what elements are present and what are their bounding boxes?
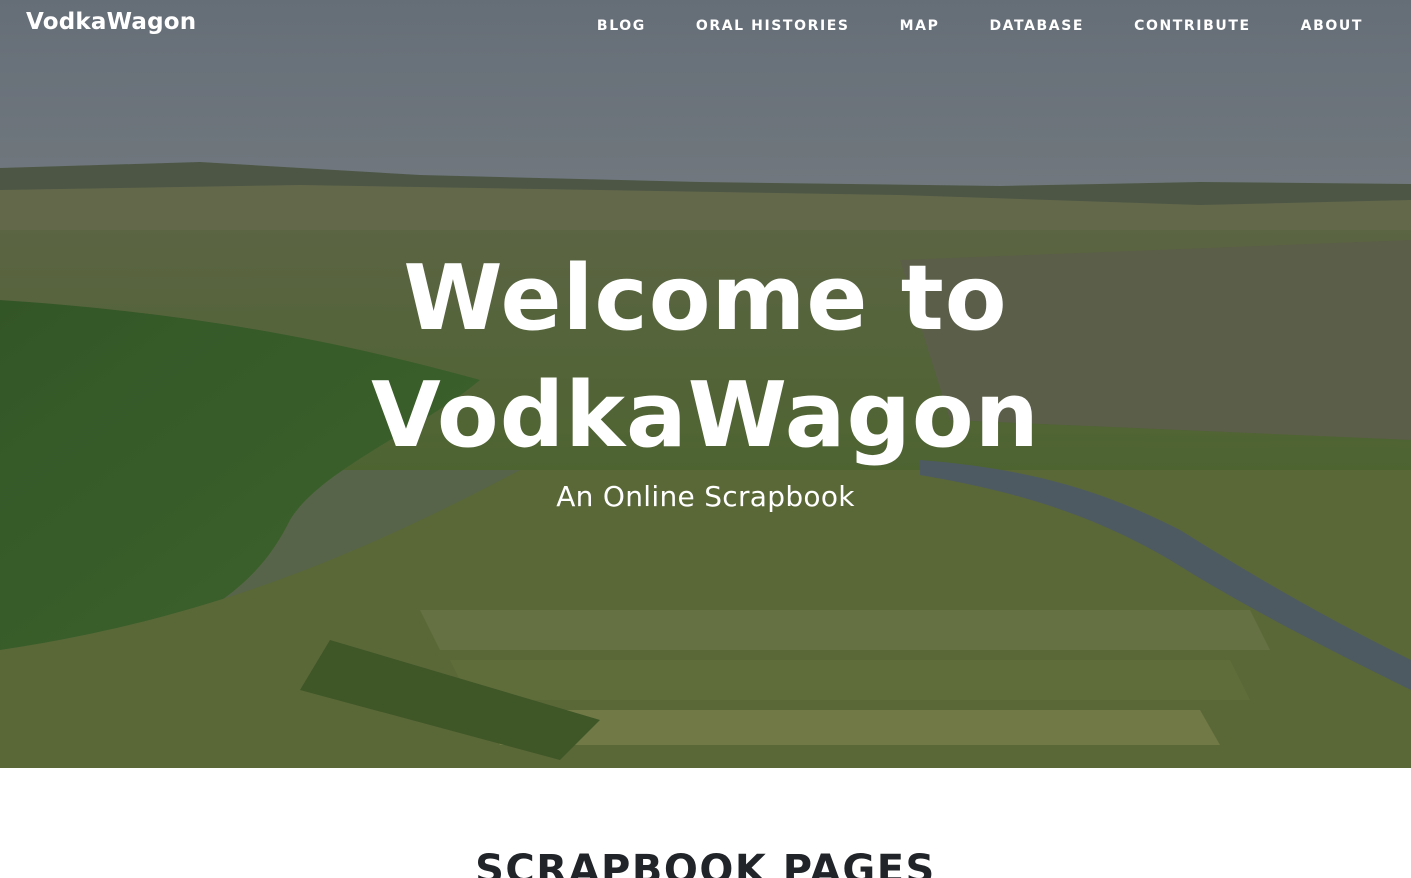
nav-link-about[interactable]: ABOUT xyxy=(1301,18,1363,34)
hero-title-line-2: VodkaWagon xyxy=(371,363,1040,468)
top-navbar: VodkaWagon BLOG ORAL HISTORIES MAP DATAB… xyxy=(0,0,1411,48)
nav-item-about: ABOUT xyxy=(1301,15,1363,34)
nav-item-blog: BLOG xyxy=(597,15,646,34)
hero-title: Welcome to VodkaWagon xyxy=(0,240,1411,474)
scrapbook-section: SCRAPBOOK PAGES xyxy=(0,768,1411,878)
section-heading: SCRAPBOOK PAGES xyxy=(475,847,936,878)
nav-links: BLOG ORAL HISTORIES MAP DATABASE CONTRIB… xyxy=(547,15,1363,34)
hero-text-block: Welcome to VodkaWagon An Online Scrapboo… xyxy=(0,240,1411,513)
nav-item-oral-histories: ORAL HISTORIES xyxy=(696,15,850,34)
nav-item-contribute: CONTRIBUTE xyxy=(1134,15,1251,34)
page: VodkaWagon BLOG ORAL HISTORIES MAP DATAB… xyxy=(0,0,1411,878)
brand-logo-link[interactable]: VodkaWagon xyxy=(26,9,196,35)
nav-item-map: MAP xyxy=(900,15,940,34)
nav-link-oral-histories[interactable]: ORAL HISTORIES xyxy=(696,18,850,34)
hero-section: VodkaWagon BLOG ORAL HISTORIES MAP DATAB… xyxy=(0,0,1411,768)
nav-link-database[interactable]: DATABASE xyxy=(989,18,1084,34)
nav-item-database: DATABASE xyxy=(989,15,1084,34)
nav-link-map[interactable]: MAP xyxy=(900,18,940,34)
hero-subtitle: An Online Scrapbook xyxy=(556,480,855,513)
hero-title-line-1: Welcome to xyxy=(403,246,1008,351)
nav-link-contribute[interactable]: CONTRIBUTE xyxy=(1134,18,1251,34)
nav-link-blog[interactable]: BLOG xyxy=(597,18,646,34)
